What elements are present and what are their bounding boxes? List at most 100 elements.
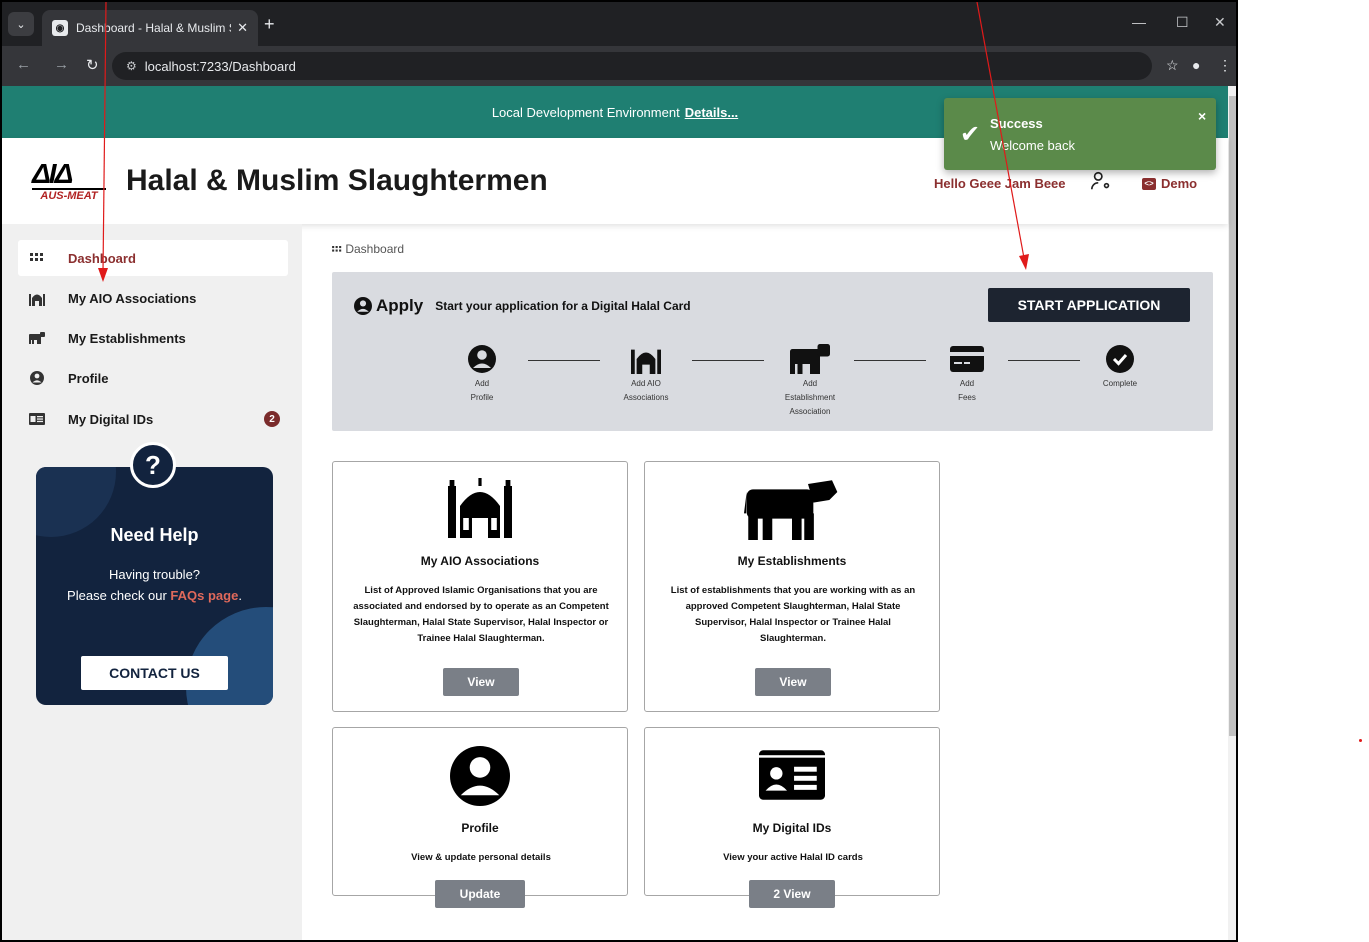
view-aio-button[interactable]: View (443, 668, 519, 696)
card-title: Profile (461, 821, 499, 835)
environment-details-link[interactable]: Details... (685, 105, 738, 120)
step-label: Association (789, 407, 831, 416)
toast-close-button[interactable]: × (1198, 108, 1206, 124)
user-circle-icon (333, 746, 627, 806)
minimize-icon[interactable]: — (1132, 14, 1146, 30)
help-text: Having trouble? (108, 567, 201, 582)
sidebar-item-label: Dashboard (68, 250, 136, 266)
sidebar-item-profile[interactable]: Profile (18, 360, 288, 396)
step-connector (692, 360, 764, 361)
apply-panel: Apply Start your application for a Digit… (332, 272, 1213, 431)
card-description: View your active Halal ID cards (723, 852, 863, 863)
step-complete: Complete (1080, 342, 1160, 390)
user-circle-icon (442, 342, 522, 376)
close-tab-icon[interactable]: ✕ (237, 20, 248, 36)
card-aio-associations: My AIO Associations List of Approved Isl… (332, 461, 628, 712)
step-label: Add (474, 379, 490, 388)
step-add-establishment: Add Establishment Association (770, 342, 850, 418)
scrollbar-thumb[interactable] (1229, 96, 1236, 736)
step-label: Fees (958, 393, 976, 402)
view-establishments-button[interactable]: View (755, 668, 831, 696)
step-label: Profile (470, 393, 494, 402)
toast-message: Welcome back (990, 138, 1076, 153)
need-help-card: Need Help Having trouble? Please check o… (36, 467, 273, 705)
view-digital-ids-button[interactable]: 2 View (749, 880, 835, 908)
tab-search-button[interactable]: ⌄ (8, 12, 34, 36)
step-label: Associations (623, 393, 669, 402)
cow-icon (645, 476, 939, 540)
menu-kebab-icon[interactable]: ⋮ (1218, 57, 1232, 74)
back-icon[interactable]: ← (16, 56, 31, 73)
success-toast: ✔ Success Welcome back × (944, 98, 1216, 170)
site-info-icon[interactable]: ⚙ (126, 59, 137, 73)
new-tab-button[interactable]: + (264, 14, 275, 35)
page-scrollbar[interactable] (1228, 86, 1236, 940)
sidebar-item-label: My Establishments (68, 330, 186, 346)
grid-icon (332, 246, 342, 252)
question-icon: ? (130, 442, 176, 488)
check-icon: ✔ (960, 121, 981, 148)
apply-title: Apply (376, 296, 424, 315)
sidebar-item-digital-ids[interactable]: My Digital IDs 2 (18, 401, 288, 437)
id-card-icon (28, 413, 46, 425)
digital-ids-count-badge: 2 (264, 411, 280, 427)
step-label: Complete (1102, 379, 1138, 388)
credit-card-icon (927, 342, 1007, 376)
step-add-aio: Add AIO Associations (606, 342, 686, 404)
step-label: Add (802, 379, 818, 388)
reload-icon[interactable]: ↻ (86, 56, 99, 74)
profile-icon[interactable]: ● (1192, 57, 1200, 73)
maximize-icon[interactable]: ☐ (1176, 14, 1189, 31)
step-label: Add (959, 379, 975, 388)
bookmark-star-icon[interactable]: ☆ (1166, 57, 1179, 74)
code-icon: <> (1142, 177, 1156, 190)
start-application-button[interactable]: START APPLICATION (988, 288, 1190, 322)
mosque-icon (333, 474, 627, 538)
site-title: Halal & Muslim Slaughtermen (126, 164, 548, 197)
card-description: View & update personal details (411, 852, 551, 863)
step-connector (854, 360, 926, 361)
card-title: My Digital IDs (752, 821, 832, 835)
card-description: List of establishments that you are work… (670, 585, 916, 644)
aus-meat-logo[interactable]: ΔΙΔ AUS-MEAT (32, 160, 108, 204)
user-circle-icon (28, 371, 46, 385)
address-bar: ← → ↻ ⚙ localhost:7233/Dashboard ☆ ● ⋮ (2, 46, 1236, 86)
browser-tab[interactable]: ◉ Dashboard - Halal & Muslim Sl ✕ (42, 10, 258, 46)
cow-icon (28, 332, 46, 344)
apply-header: Apply Start your application for a Digit… (354, 296, 691, 316)
environment-text: Local Development Environment (491, 104, 680, 120)
user-circle-icon (354, 297, 372, 315)
card-establishments: My Establishments List of establishments… (644, 461, 940, 712)
update-profile-button[interactable]: Update (435, 880, 525, 908)
mosque-icon (606, 342, 686, 376)
breadcrumb-dashboard[interactable]: Dashboard (345, 242, 404, 256)
sidebar-item-label: Profile (68, 370, 109, 386)
breadcrumb: Dashboard (332, 242, 404, 256)
user-greeting[interactable]: Hello Geee Jam Beee (934, 176, 1066, 191)
apply-subtitle: Start your application for a Digital Hal… (435, 299, 691, 313)
sidebar-item-dashboard[interactable]: Dashboard (18, 240, 288, 276)
sidebar-item-label: My AIO Associations (68, 290, 197, 306)
step-label: Add AIO (631, 379, 661, 388)
id-card-icon (645, 748, 939, 802)
card-description: List of Approved Islamic Organisations t… (353, 585, 609, 644)
user-settings-icon[interactable] (1090, 170, 1112, 192)
card-profile: Profile View & update personal details U… (332, 727, 628, 908)
demo-link[interactable]: <> Demo (1142, 176, 1197, 191)
card-title: My Establishments (737, 554, 847, 568)
url-field[interactable]: ⚙ localhost:7233/Dashboard (112, 52, 1152, 80)
sidebar-item-label: My Digital IDs (68, 411, 154, 427)
close-window-icon[interactable]: ✕ (1214, 14, 1226, 31)
help-text-faq: Please check our FAQs page. (36, 588, 273, 603)
sidebar-item-aio-associations[interactable]: My AIO Associations (18, 280, 288, 316)
forward-icon[interactable]: → (54, 56, 69, 73)
contact-us-button[interactable]: CONTACT US (81, 656, 228, 690)
mosque-icon (28, 290, 46, 306)
help-text-suffix: . (238, 588, 242, 603)
sidebar-item-establishments[interactable]: My Establishments (18, 320, 288, 356)
faqs-link[interactable]: FAQs page (170, 588, 238, 603)
favicon-icon: ◉ (52, 20, 68, 36)
tab-title: Dashboard - Halal & Muslim Sl (76, 21, 232, 35)
toast-title: Success (990, 116, 1043, 131)
cow-icon (770, 342, 850, 376)
